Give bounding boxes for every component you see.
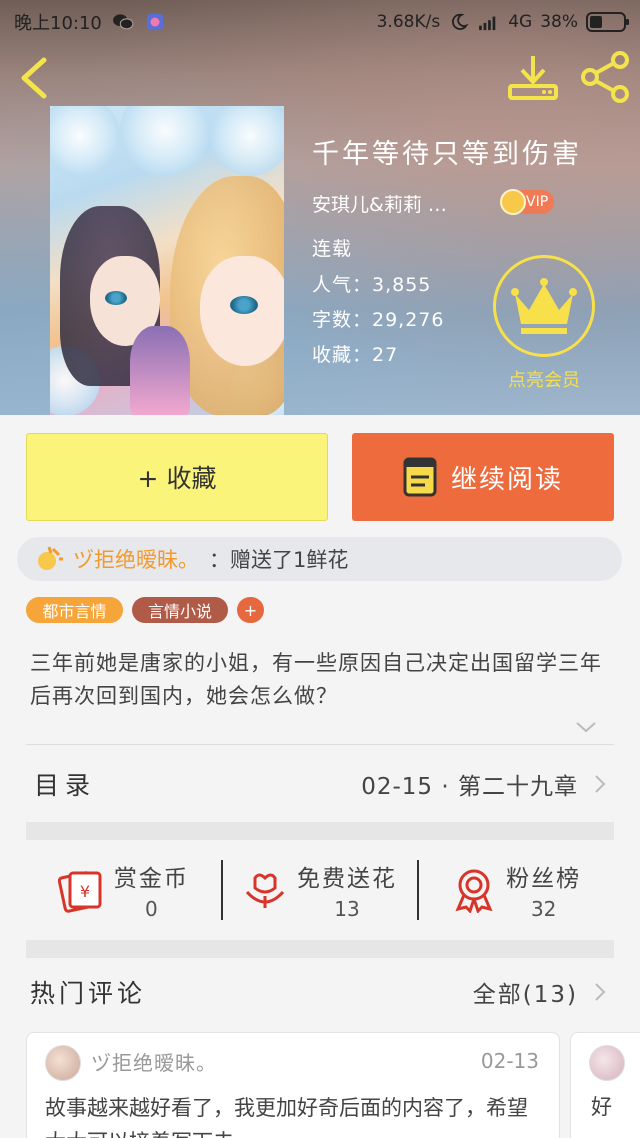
- fan-ranking-value: 32: [530, 897, 557, 921]
- wechat-icon: [112, 14, 134, 30]
- collect-button[interactable]: + 收藏: [26, 433, 328, 521]
- network-type: 4G: [508, 12, 533, 32]
- reward-coins-value: 0: [144, 897, 158, 921]
- red-envelope-icon: ¥: [57, 871, 102, 913]
- book-icon: [403, 457, 437, 497]
- status-time: 晚上10:10: [14, 13, 102, 34]
- continue-reading-label: 继续阅读: [450, 464, 563, 495]
- flower-icon: [245, 873, 285, 908]
- continue-reading-button[interactable]: 继续阅读: [352, 433, 614, 521]
- divider: [26, 744, 614, 745]
- latest-chapter: 02-15 · 第二十九章: [361, 774, 578, 800]
- chevron-right-icon[interactable]: [590, 982, 610, 1002]
- tag-romance-novel[interactable]: 言情小说: [132, 597, 228, 623]
- book-title: 千年等待只等到伤害: [312, 139, 582, 170]
- member-label[interactable]: 点亮会员: [493, 366, 595, 392]
- medal-icon: [455, 869, 493, 913]
- crown-icon: [511, 278, 577, 334]
- comment-user[interactable]: ヅ拒绝暧昧。: [91, 1047, 217, 1076]
- signal-icon: [479, 16, 496, 31]
- app-notification-icon: [146, 13, 163, 31]
- section-separator: [26, 940, 614, 958]
- gift-sender: ヅ拒绝暧昧。: [73, 548, 199, 572]
- free-flower-value: 13: [334, 897, 360, 921]
- moon-icon: [452, 13, 469, 30]
- all-comments-link[interactable]: 全部(13): [473, 975, 578, 1009]
- comment-date: 02-13: [480, 1049, 539, 1073]
- avatar[interactable]: [45, 1045, 81, 1081]
- free-flower-button[interactable]: 免费送花 13: [223, 859, 418, 921]
- tag-urban-romance[interactable]: 都市言情: [26, 597, 123, 623]
- status-bar: 晚上10:10 3.68K/s 4G 38%: [0, 0, 640, 44]
- free-flower-label: 免费送花: [297, 866, 397, 892]
- share-icon[interactable]: [578, 50, 632, 104]
- book-status: 连载: [312, 238, 353, 260]
- table-of-contents-row[interactable]: 目录 02-15 · 第二十九章: [26, 746, 614, 822]
- book-author[interactable]: 安琪儿&莉莉 …: [312, 190, 447, 217]
- vip-badge: VIP: [500, 189, 554, 215]
- gift-horn-icon: [38, 546, 63, 570]
- download-icon[interactable]: [506, 52, 560, 104]
- book-favorites: 收藏：27: [312, 344, 399, 366]
- vip-crown-icon: [500, 189, 526, 215]
- battery-percent: 38%: [540, 12, 578, 32]
- reward-coins-label: 赏金币: [113, 866, 189, 892]
- support-stats: ¥ 赏金币 0 免费送花 13 粉丝榜 32: [26, 840, 614, 940]
- gift-message: ：赠送了1鲜花: [209, 548, 349, 572]
- comment-body: 故事越来越好看了，我更加好奇后面的内容了，希望大大可以接着写下去: [45, 1096, 528, 1138]
- book-word-count: 字数：29,276: [312, 309, 445, 331]
- book-popularity: 人气：3,855: [312, 274, 432, 296]
- section-separator: [26, 822, 614, 840]
- collect-label: + 收藏: [137, 464, 217, 493]
- gift-ticker[interactable]: ヅ拒绝暧昧。 ：赠送了1鲜花: [17, 537, 622, 581]
- chevron-right-icon: [595, 775, 606, 793]
- back-icon[interactable]: [12, 52, 56, 104]
- comment-body: 好: [591, 1095, 612, 1119]
- book-description: 三年前她是唐家的小姐，有一些原因自己决定出国留学三年后再次回到国内，她会怎么做？: [30, 651, 602, 708]
- svg-text:¥: ¥: [80, 882, 90, 901]
- toc-label: 目录: [34, 771, 97, 800]
- battery-icon: [586, 12, 629, 32]
- comment-card[interactable]: 好: [570, 1032, 640, 1138]
- expand-chevron-icon[interactable]: [574, 715, 598, 739]
- avatar[interactable]: [589, 1045, 625, 1081]
- hot-comments-label: 热门评论: [30, 979, 147, 1008]
- fan-ranking-button[interactable]: 粉丝榜 32: [419, 859, 614, 921]
- comment-card[interactable]: ヅ拒绝暧昧。 02-13 故事越来越好看了，我更加好奇后面的内容了，希望大大可以…: [26, 1032, 560, 1138]
- fan-ranking-label: 粉丝榜: [506, 866, 582, 892]
- book-cover[interactable]: [50, 106, 284, 415]
- network-speed: 3.68K/s: [376, 12, 441, 32]
- member-button[interactable]: [493, 255, 595, 357]
- reward-coins-button[interactable]: ¥ 赏金币 0: [26, 859, 221, 921]
- add-tag-button[interactable]: +: [237, 597, 264, 623]
- hot-comments-header: 热门评论 全部(13): [26, 962, 614, 1022]
